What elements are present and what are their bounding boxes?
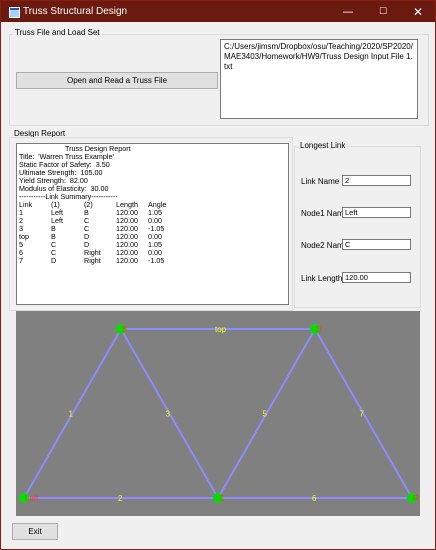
link-length-label: Link Length [301, 274, 343, 283]
window-title: Truss Structural Design [23, 6, 128, 17]
truss-drawing-canvas[interactable]: 1 2 3 top 5 6 7 Left B C D R [16, 311, 420, 516]
report-cell: 5 [19, 240, 23, 249]
report-cell: D [51, 256, 57, 265]
node2-name-field[interactable]: C [342, 239, 411, 250]
link-length-field[interactable]: 120.00 [342, 272, 411, 283]
exit-button[interactable]: Exit [12, 523, 58, 540]
report-cell: Right [84, 256, 101, 265]
report-cell: 120.00 [116, 256, 138, 265]
truss-node-label: C [219, 494, 225, 503]
design-report-textbox[interactable]: Truss Design Report Title: 'Warren Truss… [16, 143, 289, 305]
open-truss-file-button[interactable]: Open and Read a Truss File [16, 72, 218, 89]
app-icon [9, 7, 20, 18]
report-table-row: 7 D Right 120.00 -1.05 [19, 257, 286, 265]
close-button[interactable]: ✕ [401, 2, 435, 22]
report-cell: 2 [19, 216, 23, 225]
file-path-textbox[interactable]: C:/Users/jimsm/Dropbox/osu/Teaching/2020… [220, 39, 418, 119]
report-cell: Link [19, 200, 33, 209]
truss-node-label: R [413, 494, 419, 503]
report-cell: 1 [19, 208, 23, 217]
truss-node-label: B [122, 325, 127, 334]
link-name-field[interactable]: 2 [342, 175, 411, 186]
truss-link-label: top [215, 325, 227, 334]
report-cell: top [19, 232, 29, 241]
truss-link-label: 7 [360, 410, 365, 419]
maximize-button[interactable]: ☐ [366, 2, 400, 22]
node1-name-field[interactable]: Left [342, 207, 411, 218]
truss-link-label: 6 [312, 494, 317, 503]
report-cell: 6 [19, 248, 23, 257]
truss-link-label: 3 [166, 410, 171, 419]
longest-link-group-label: Longest Link [298, 141, 348, 150]
longest-link-group [294, 146, 421, 308]
report-cell: 7 [19, 256, 23, 265]
truss-link-label: 2 [118, 494, 123, 503]
link-name-label: Link Name [301, 177, 340, 186]
truss-link-label: 5 [263, 410, 268, 419]
truss-file-group-label: Truss File and Load Set [13, 28, 102, 37]
minimize-button[interactable]: — [331, 2, 365, 22]
title-bar[interactable]: Truss Structural Design — ☐ ✕ [1, 1, 435, 22]
truss-node-label: D [316, 325, 322, 334]
report-cell: -1.05 [148, 256, 165, 265]
truss-node-label: Left [25, 494, 39, 503]
truss-link-label: 1 [69, 410, 74, 419]
